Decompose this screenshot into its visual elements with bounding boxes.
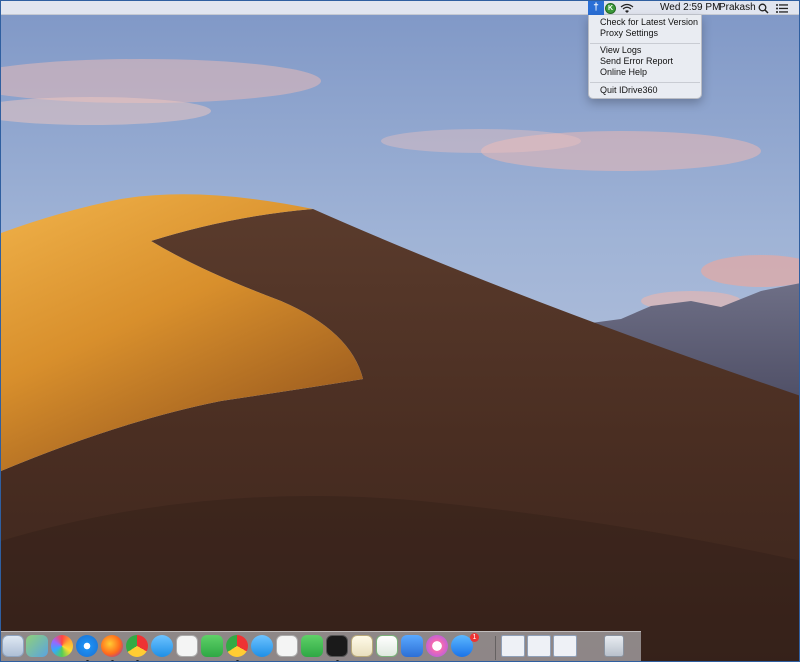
facetime-icon[interactable] xyxy=(201,635,223,657)
window-icon[interactable] xyxy=(527,635,551,657)
menu-item-check-latest-version[interactable]: Check for Latest Version xyxy=(600,17,698,28)
messages-icon[interactable] xyxy=(251,635,273,657)
textedit-icon[interactable] xyxy=(351,635,373,657)
menu-bar: † K Wed 2:59 PM Prakash xyxy=(1,1,799,15)
menu-separator xyxy=(590,43,700,44)
safari-icon[interactable] xyxy=(76,635,98,657)
numbers-icon[interactable] xyxy=(376,635,398,657)
app-icon[interactable] xyxy=(176,635,198,657)
menu-item-send-error-report[interactable]: Send Error Report xyxy=(600,56,673,67)
menu-bar-clock[interactable]: Wed 2:59 PM xyxy=(660,1,720,15)
wifi-icon[interactable] xyxy=(620,3,634,14)
trash-icon[interactable] xyxy=(604,635,624,657)
messages-icon[interactable] xyxy=(151,635,173,657)
menu-bar-user[interactable]: Prakash xyxy=(719,1,756,15)
itunes-icon[interactable] xyxy=(426,635,448,657)
maps-icon[interactable] xyxy=(26,635,48,657)
chrome-icon[interactable] xyxy=(226,635,248,657)
screen: † K Wed 2:59 PM Prakash Check for Latest… xyxy=(0,0,800,662)
menu-item-online-help[interactable]: Online Help xyxy=(600,67,647,78)
notification-center-icon[interactable] xyxy=(776,4,788,13)
window-icon[interactable] xyxy=(501,635,525,657)
spotlight-icon[interactable] xyxy=(758,3,769,14)
menu-separator xyxy=(590,82,700,83)
app-store-badge: 1 xyxy=(470,633,479,642)
idrive-icon[interactable]: † xyxy=(588,1,604,15)
keynote-icon[interactable] xyxy=(401,635,423,657)
extension-icon[interactable]: K xyxy=(605,3,616,14)
window-icon[interactable] xyxy=(553,635,577,657)
facetime-icon[interactable] xyxy=(301,635,323,657)
idrive-dropdown-menu: Check for Latest Version Proxy Settings … xyxy=(588,15,702,99)
menu-item-quit-idrive360[interactable]: Quit IDrive360 xyxy=(600,85,658,96)
app-icon[interactable] xyxy=(276,635,298,657)
finder-icon[interactable] xyxy=(2,635,24,657)
terminal-icon[interactable] xyxy=(326,635,348,657)
photos-icon[interactable] xyxy=(51,635,73,657)
dock xyxy=(1,631,641,661)
menu-item-proxy-settings[interactable]: Proxy Settings xyxy=(600,28,658,39)
firefox-icon[interactable] xyxy=(101,635,123,657)
desktop-wallpaper xyxy=(1,1,799,661)
mojave-dune-wallpaper xyxy=(1,1,799,661)
chrome-icon[interactable] xyxy=(126,635,148,657)
menu-item-view-logs[interactable]: View Logs xyxy=(600,45,641,56)
dock-divider xyxy=(495,636,496,660)
